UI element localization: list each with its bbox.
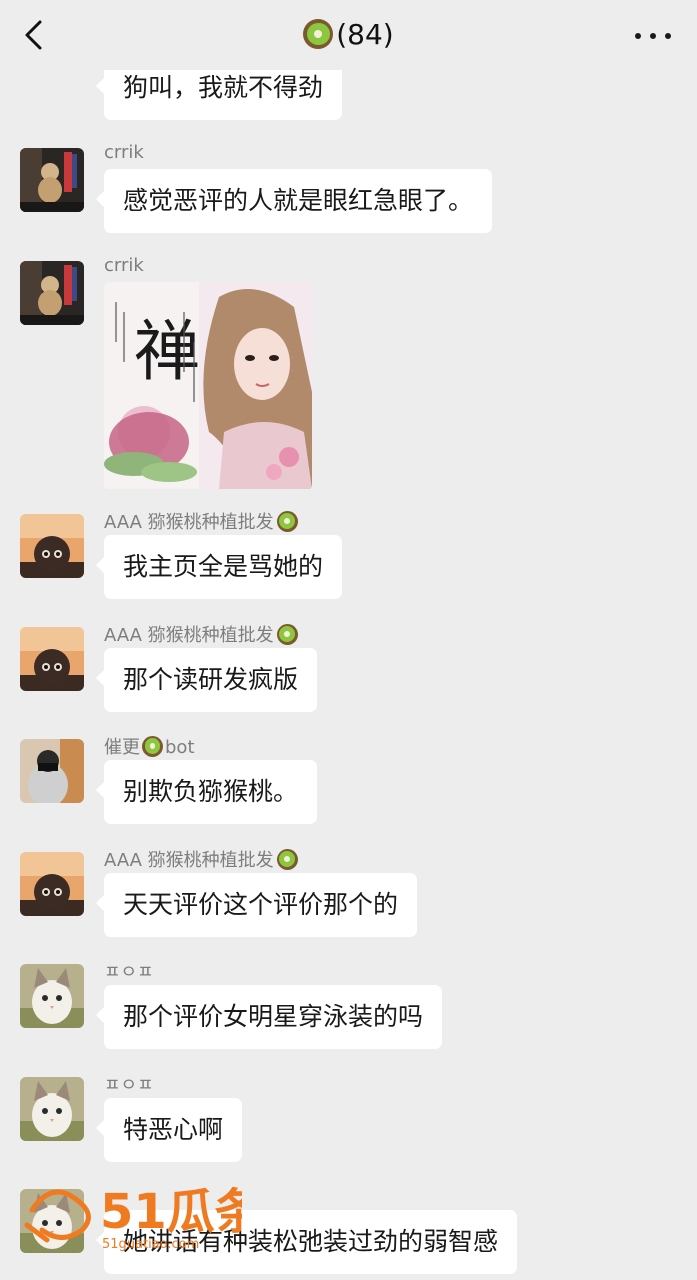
message-bubble[interactable]: 我主页全是骂她的: [95, 535, 343, 599]
sender-name: 催更 bot: [104, 735, 195, 758]
kiwi-emoji-icon: [276, 848, 298, 870]
calligraphy-text: 禅: [134, 313, 200, 390]
avatar[interactable]: [20, 261, 84, 325]
avatar[interactable]: [20, 739, 84, 803]
watermark-url: 51guatiao.com: [102, 1237, 199, 1252]
chat-title: (84): [0, 15, 697, 55]
member-count: (84): [336, 18, 394, 51]
more-dots-icon[interactable]: [633, 22, 673, 48]
sender-name: AAA 猕猴桃种植批发: [104, 846, 298, 872]
avatar[interactable]: [20, 514, 84, 578]
chat-header: (84): [0, 0, 697, 70]
watermark-brand: 51瓜条: [100, 1184, 242, 1240]
sender-name: ㅍㅇㅍ: [104, 962, 154, 983]
message-bubble[interactable]: 那个评价女明星穿泳装的吗: [95, 985, 443, 1049]
avatar[interactable]: [20, 964, 84, 1028]
message-bubble[interactable]: 天天评价这个评价那个的: [95, 873, 418, 937]
watermark-logo: 51瓜条 51guatiao.com: [24, 1184, 242, 1252]
sender-name: AAA 猕猴桃种植批发: [104, 621, 298, 647]
kiwi-emoji-icon: [276, 623, 298, 645]
avatar[interactable]: [20, 852, 84, 916]
message-bubble[interactable]: 那个读研发疯版: [95, 648, 318, 712]
avatar[interactable]: [20, 1077, 84, 1141]
sender-name: crrik: [104, 142, 144, 163]
sender-name: ㅍㅇㅍ: [104, 1075, 154, 1096]
kiwi-emoji-icon: [303, 19, 334, 49]
sender-name: AAA 猕猴桃种植批发: [104, 508, 298, 534]
message-bubble[interactable]: 特恶心啊: [95, 1098, 243, 1162]
message-bubble[interactable]: 别欺负猕猴桃。: [95, 760, 318, 824]
message-bubble[interactable]: 感觉恶评的人就是眼红急眼了。: [95, 169, 493, 233]
avatar[interactable]: [20, 627, 84, 691]
avatar[interactable]: [20, 148, 84, 212]
photo-message[interactable]: 禅: [104, 282, 312, 489]
sender-name: crrik: [104, 255, 144, 276]
kiwi-emoji-icon: [276, 510, 298, 532]
kiwi-emoji-icon: [142, 735, 163, 757]
